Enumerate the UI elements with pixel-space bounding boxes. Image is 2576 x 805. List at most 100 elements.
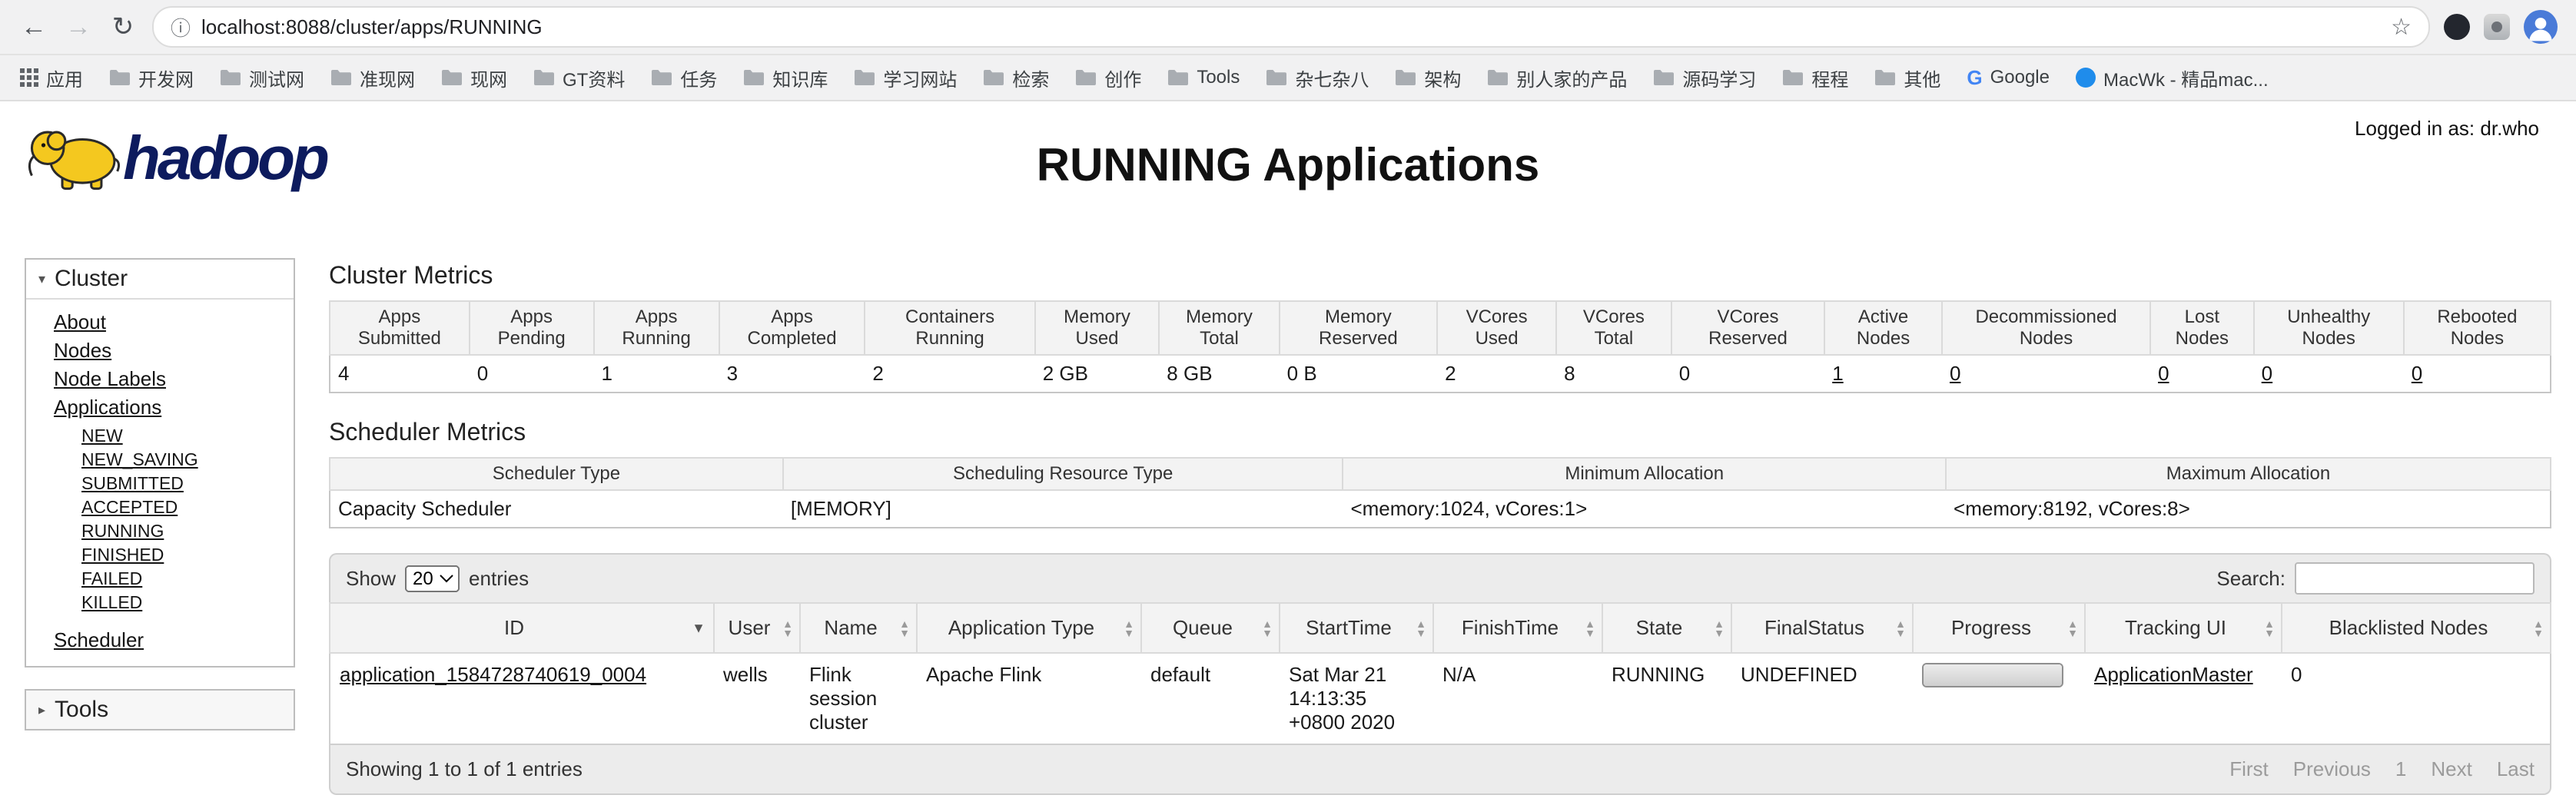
bookmark-folder[interactable]: 程程 xyxy=(1782,65,1848,91)
col-header-user[interactable]: User ▲ ▼ xyxy=(713,602,801,654)
col-header-queue[interactable]: Queue ▲ ▼ xyxy=(1140,602,1280,654)
tools-nav-header[interactable]: ▸ Tools xyxy=(26,691,294,729)
sidebar-link[interactable]: Node Labels xyxy=(54,367,166,390)
col-header-blacklisted-nodes[interactable]: Blacklisted Nodes ▲ ▼ xyxy=(2281,602,2551,654)
sidebar-nav-item: About xyxy=(54,310,294,334)
bookmark-label: Google xyxy=(1990,67,2050,88)
app-state-link[interactable]: FINISHED xyxy=(81,545,164,565)
application-row: application_1584728740619_0004 wells Fli… xyxy=(330,653,2551,745)
col-header-name[interactable]: Name ▲ ▼ xyxy=(799,602,918,654)
site-info-icon[interactable]: ⓘ xyxy=(171,13,191,41)
sidebar-app-state-item: KILLED xyxy=(81,592,294,613)
tools-nav-title: Tools xyxy=(55,697,109,722)
back-icon[interactable]: ← xyxy=(18,12,49,42)
app-state-link[interactable]: FAILED xyxy=(81,568,142,588)
bookmark-folder[interactable]: 架构 xyxy=(1395,65,1461,91)
pagination-button[interactable]: First xyxy=(2229,757,2269,781)
profile-avatar[interactable] xyxy=(2524,10,2558,44)
show-label: Show xyxy=(346,566,397,590)
col-header-starttime[interactable]: StartTime ▲ ▼ xyxy=(1279,602,1434,654)
active-nodes-link[interactable]: 1 xyxy=(1832,362,1843,385)
app-state-link[interactable]: SUBMITTED xyxy=(81,473,184,493)
address-bar[interactable]: ⓘ localhost:8088/cluster/apps/RUNNING ☆ xyxy=(152,6,2430,48)
folder-icon xyxy=(534,70,554,85)
rebooted-nodes-link[interactable]: 0 xyxy=(2412,362,2422,385)
bookmark-folder[interactable]: GT资料 xyxy=(533,65,625,91)
bookmark-folder[interactable]: 任务 xyxy=(651,65,717,91)
col-header-tracking-ui[interactable]: Tracking UI ▲ ▼ xyxy=(2084,602,2282,654)
page-header: hadoop RUNNING Applications Logged in as… xyxy=(0,101,2576,243)
bookmark-macwk[interactable]: MacWk - 精品mac... xyxy=(2075,65,2269,91)
app-state-link[interactable]: KILLED xyxy=(81,592,142,612)
cluster-nav-header[interactable]: ▾ Cluster xyxy=(26,260,294,300)
bookmark-google[interactable]: G Google xyxy=(1967,66,2050,90)
bookmark-apps[interactable]: 应用 xyxy=(20,65,83,91)
bookmark-star-icon[interactable]: ☆ xyxy=(2391,14,2412,41)
reload-icon[interactable]: ↻ xyxy=(108,12,138,42)
bookmark-folder[interactable]: Tools xyxy=(1167,67,1240,88)
cluster-metrics-title: Cluster Metrics xyxy=(329,261,493,289)
bookmark-folder[interactable]: 别人家的产品 xyxy=(1487,65,1627,91)
bookmark-folder[interactable]: 现网 xyxy=(441,65,507,91)
sidebar-link[interactable]: Applications xyxy=(54,396,161,419)
sidebar-link[interactable]: About xyxy=(54,310,106,333)
metric-decommissioned-nodes: 0 xyxy=(1942,355,2150,393)
metric-header: Rebooted Nodes xyxy=(2402,300,2551,356)
col-header-state[interactable]: State ▲ ▼ xyxy=(1602,602,1732,654)
tracking-ui-link[interactable]: ApplicationMaster xyxy=(2094,663,2253,686)
logged-in-text: Logged in as: dr.who xyxy=(2355,117,2539,140)
minimum-allocation-value: <memory:1024, vCores:1> xyxy=(1350,497,1588,520)
folder-icon xyxy=(221,70,241,85)
search-input[interactable] xyxy=(2295,562,2535,595)
bookmark-folder[interactable]: 其他 xyxy=(1874,65,1940,91)
pagination-button[interactable]: 1 xyxy=(2395,757,2406,781)
pagination-button[interactable]: Last xyxy=(2497,757,2535,781)
app-state-link[interactable]: NEW_SAVING xyxy=(81,449,198,469)
sidebar-link[interactable]: Nodes xyxy=(54,339,111,362)
pagination-button[interactable]: Next xyxy=(2431,757,2471,781)
pagination-button[interactable]: Previous xyxy=(2293,757,2371,781)
lost-nodes-link[interactable]: 0 xyxy=(2158,362,2169,385)
application-id-link[interactable]: application_1584728740619_0004 xyxy=(340,663,646,686)
app-state-link[interactable]: NEW xyxy=(81,426,123,446)
metric-header: Memory Total xyxy=(1158,300,1280,356)
extension-dark-icon[interactable] xyxy=(2444,14,2470,40)
metric-apps-submitted: 4 xyxy=(338,362,350,385)
col-header-application-type[interactable]: Application Type ▲ ▼ xyxy=(916,602,1142,654)
scheduler-metric-header: Scheduler Type xyxy=(329,457,784,491)
metric-header: Apps Submitted xyxy=(329,300,470,356)
bookmark-folder[interactable]: 学习网站 xyxy=(854,65,957,91)
metric-rebooted-nodes: 0 xyxy=(2404,355,2551,393)
metric-memory-used: 2 GB xyxy=(1042,362,1088,385)
search-label: Search: xyxy=(2216,566,2286,590)
scheduler-metrics-title: Scheduler Metrics xyxy=(329,418,526,446)
cell-starttime: Sat Mar 21 14:13:35 +0800 2020 xyxy=(1280,653,1433,745)
extension-icon[interactable] xyxy=(2484,14,2510,40)
app-state-link[interactable]: RUNNING xyxy=(81,521,164,541)
datatable-toolbar: Show 20 entries Search: xyxy=(329,553,2551,602)
bookmark-folder[interactable]: 准现网 xyxy=(330,65,415,91)
col-header-id[interactable]: ID ▼ xyxy=(329,602,715,654)
unhealthy-nodes-link[interactable]: 0 xyxy=(2262,362,2272,385)
forward-icon[interactable]: → xyxy=(63,12,94,42)
bookmark-folder[interactable]: 测试网 xyxy=(220,65,304,91)
col-header-finalstatus[interactable]: FinalStatus ▲ ▼ xyxy=(1731,602,1914,654)
bookmark-folder[interactable]: 开发网 xyxy=(109,65,194,91)
col-header-progress[interactable]: Progress ▲ ▼ xyxy=(1912,602,2086,654)
bookmark-folder[interactable]: 知识库 xyxy=(743,65,828,91)
bookmark-folder[interactable]: 创作 xyxy=(1075,65,1141,91)
screen: ← → ↻ ⓘ localhost:8088/cluster/apps/RUNN… xyxy=(0,0,2576,805)
app-state-link[interactable]: ACCEPTED xyxy=(81,497,178,517)
bookmark-folder[interactable]: 源码学习 xyxy=(1653,65,1756,91)
sidebar-link-scheduler[interactable]: Scheduler xyxy=(54,628,144,651)
col-header-finishtime[interactable]: FinishTime ▲ ▼ xyxy=(1432,602,1603,654)
page-size-select[interactable]: 20 xyxy=(405,565,460,592)
decommissioned-nodes-link[interactable]: 0 xyxy=(1950,362,1960,385)
bookmark-folder[interactable]: 杂七杂八 xyxy=(1266,65,1369,91)
cluster-metrics-header-row: Apps Submitted Apps Pending Apps Running Ap… xyxy=(329,300,2551,356)
page-title: RUNNING Applications xyxy=(1036,139,1540,190)
bookmark-folder[interactable]: 检索 xyxy=(983,65,1049,91)
bookmark-label: Tools xyxy=(1197,67,1240,88)
bookmark-label: 现网 xyxy=(470,69,507,91)
cell-name: Flink session cluster xyxy=(800,653,917,745)
